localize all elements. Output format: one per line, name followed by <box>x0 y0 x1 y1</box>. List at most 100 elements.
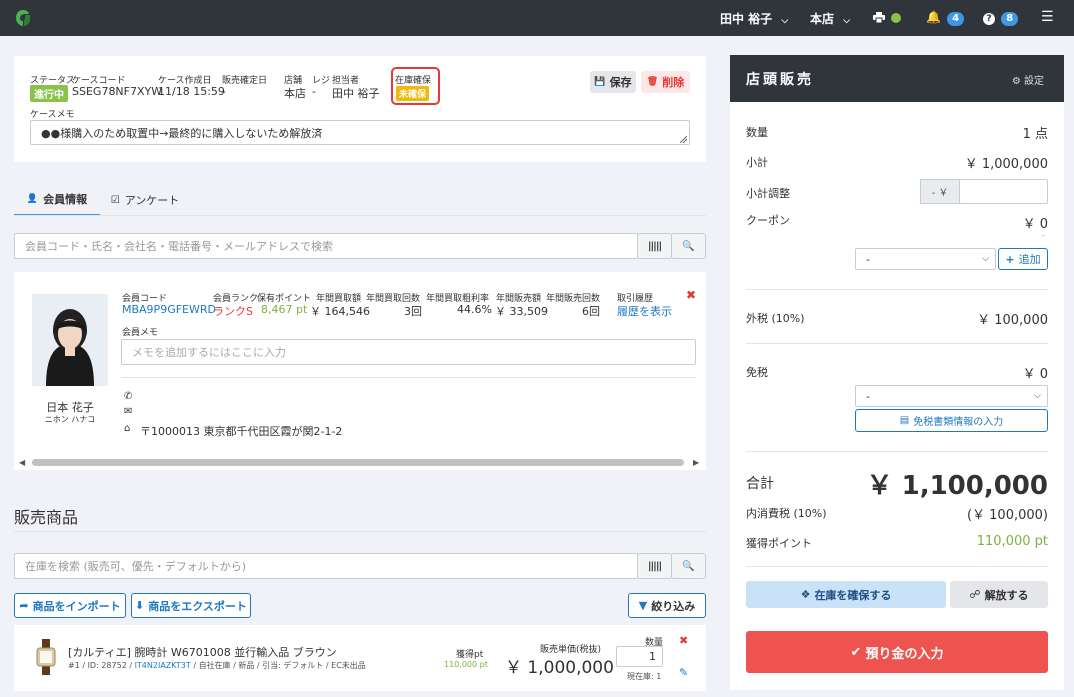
products-title-divider <box>14 531 706 532</box>
search-icon: 🔍 <box>682 560 695 572</box>
pos-subtotal-value: ￥ 1,000,000 <box>964 157 1048 172</box>
add-coupon-button[interactable]: + 追加 <box>998 248 1048 270</box>
pos-divider-1 <box>746 289 1048 290</box>
release-stock-button[interactable]: ☍ 解放する <box>950 581 1048 608</box>
pos-coupon-value: ￥ 0 <box>1022 217 1048 232</box>
tab-member-info[interactable]: 👤 会員情報 <box>14 184 100 216</box>
pos-inner-tax-row: 内消費税 (10%) (￥ 100,000) <box>746 505 1048 523</box>
member-code-link[interactable]: MBA9P9GFEWRD <box>122 303 216 316</box>
filter-button[interactable]: ▼ 絞り込み <box>628 593 706 618</box>
member-memo-textarea[interactable]: メモを追加するにはここに入力 <box>121 339 696 365</box>
chevron-down-icon: ⌵ <box>1034 391 1041 401</box>
trash-icon: 🗑 <box>646 77 659 87</box>
stock-search-input[interactable]: 在庫を検索 (販売可、優先・デフォルトから) <box>14 553 638 579</box>
help-button[interactable]: ? 8 <box>983 10 1019 26</box>
delete-button[interactable]: 🗑 削除 <box>641 71 690 93</box>
import-products-button[interactable]: ➦ 商品をインポート <box>14 593 126 618</box>
register-value: - <box>312 85 316 98</box>
mail-icon: ✉ <box>124 406 133 417</box>
remove-member-icon[interactable]: ✖ <box>686 288 696 302</box>
case-memo-textarea[interactable]: ●●様購入のため取置中→最終的に購入しないため解放済 <box>30 120 690 145</box>
export-products-label: 商品をエクスポート <box>148 599 247 613</box>
scroll-right-icon[interactable]: ▶ <box>693 458 699 467</box>
case-code-value: SSEG78NF7XYW <box>72 85 163 98</box>
pos-total-row: 合計 ￥ 1,100,000 <box>746 470 1048 501</box>
top-bar: 田中 裕子 ⌵ 本店 ⌵ 🔔 4 ? 8 ☰ <box>0 0 1074 36</box>
product-qty-input[interactable]: 1 <box>616 646 663 667</box>
adjust-prefix: - ￥ <box>920 179 960 204</box>
annual-sales-count-value: 6回 <box>582 305 600 318</box>
user-menu[interactable]: 田中 裕子 ⌵ <box>720 10 788 27</box>
stock-search-placeholder: 在庫を検索 (販売可、優先・デフォルトから) <box>25 560 247 573</box>
save-icon: 💾 <box>594 77 606 87</box>
pos-subtotal-label: 小計 <box>746 156 768 169</box>
tax-free-select[interactable]: - ⌵ <box>855 385 1048 407</box>
filter-label: 絞り込み <box>651 599 696 613</box>
pos-coupon-row: クーポン ￥ 0 <box>746 212 1048 232</box>
tax-free-docs-button[interactable]: ▤ 免税書類情報の入力 <box>855 409 1048 432</box>
adjust-input[interactable] <box>959 179 1048 204</box>
release-stock-label: 解放する <box>984 588 1029 602</box>
member-rank-value: ランクS <box>213 305 253 318</box>
pos-subtotal-row: 小計 ￥ 1,000,000 <box>746 154 1048 172</box>
stock-barcode-button[interactable]: ||||| <box>637 553 672 579</box>
pos-divider-4 <box>746 566 1048 567</box>
member-address: 〒1000013 東京都千代田区霞が関2-1-2 <box>140 425 343 438</box>
member-points-value: 8,467 pt <box>261 303 308 316</box>
scroll-left-icon[interactable]: ◀ <box>19 458 25 467</box>
coupon-dash: - <box>1042 231 1045 240</box>
annual-margin-value: 44.6% <box>457 303 492 316</box>
reserve-stock-button[interactable]: ❖ 在庫を確保する <box>746 581 946 608</box>
coupon-select-value: - <box>866 252 870 266</box>
case-card: ステータス 進行中 ケースコード SSEG78NF7XYW ケース作成日 11/… <box>14 56 706 162</box>
hamburger-menu-icon[interactable]: ☰ <box>1041 9 1054 25</box>
export-products-button[interactable]: ⬇ 商品をエクスポート <box>131 593 251 618</box>
tax-free-docs-label: 免税書類情報の入力 <box>913 417 1004 428</box>
save-button[interactable]: 💾 保存 <box>590 71 636 93</box>
phone-icon: ✆ <box>124 391 133 402</box>
user-icon: 👤 <box>26 194 39 204</box>
store-name: 本店 <box>810 12 835 26</box>
annual-purchase-count-value: 3回 <box>404 305 422 318</box>
reserve-stock-label: 在庫を確保する <box>814 588 892 602</box>
member-memo-placeholder: メモを追加するにはここに入力 <box>132 346 286 359</box>
product-id-link[interactable]: IT4N2IAZKT3T <box>135 661 191 670</box>
tab-survey[interactable]: ☑ アンケート <box>110 184 180 216</box>
pos-settings-button[interactable]: ⚙ 設定 <box>1012 72 1044 87</box>
pos-earned-points-row: 獲得ポイント 110,000 pt <box>746 534 1048 551</box>
horizontal-scrollbar[interactable] <box>32 459 684 466</box>
coupon-select[interactable]: - ⌵ <box>855 248 996 270</box>
stock-status-badge: 未確保 <box>396 86 430 101</box>
store-menu[interactable]: 本店 ⌵ <box>810 10 850 27</box>
sale-date-label: 販売確定日 <box>222 76 268 86</box>
notifications-button[interactable]: 🔔 4 <box>926 10 965 26</box>
edit-product-icon[interactable]: ✎ <box>679 666 688 679</box>
member-search-input[interactable]: 会員コード・氏名・会社名・電話番号・メールアドレスで検索 <box>14 233 638 259</box>
import-products-label: 商品をインポート <box>32 599 121 613</box>
user-name: 田中 裕子 <box>720 12 773 26</box>
help-badge: 8 <box>1001 12 1019 26</box>
pos-earned-points-label: 獲得ポイント <box>746 537 812 550</box>
products-section-title: 販売商品 <box>14 508 79 527</box>
member-barcode-button[interactable]: ||||| <box>637 233 672 259</box>
home-icon: ⌂ <box>124 423 131 434</box>
pos-tax-free-value: ￥ 0 <box>1022 367 1048 382</box>
history-link[interactable]: 履歴を表示 <box>617 303 672 319</box>
stock-label: 在庫確保 <box>395 76 432 86</box>
barcode-icon: ||||| <box>647 240 662 252</box>
pos-quantity-row: 数量 1 点 <box>746 124 1048 142</box>
product-points-label: 獲得pt <box>456 650 484 660</box>
check-icon: ✔ <box>850 644 862 660</box>
member-search-button[interactable]: 🔍 <box>671 233 706 259</box>
product-row: [カルティエ] 腕時計 W6701008 並行輸入品 ブラウン #1 / ID:… <box>14 625 706 691</box>
gear-icon: ⚙ <box>1011 76 1021 87</box>
remove-product-icon[interactable]: ✖ <box>679 634 688 647</box>
stock-search-button[interactable]: 🔍 <box>671 553 706 579</box>
status-dot-icon <box>891 13 902 23</box>
app-logo-icon[interactable] <box>14 9 32 27</box>
product-title: [カルティエ] 腕時計 W6701008 並行輸入品 ブラウン <box>68 646 337 659</box>
deposit-input-button[interactable]: ✔ 預り金の入力 <box>746 631 1048 673</box>
printer-status[interactable] <box>873 11 902 25</box>
pos-outer-tax-value: ￥ 100,000 <box>977 313 1048 328</box>
cubes-icon: ❖ <box>800 588 811 601</box>
